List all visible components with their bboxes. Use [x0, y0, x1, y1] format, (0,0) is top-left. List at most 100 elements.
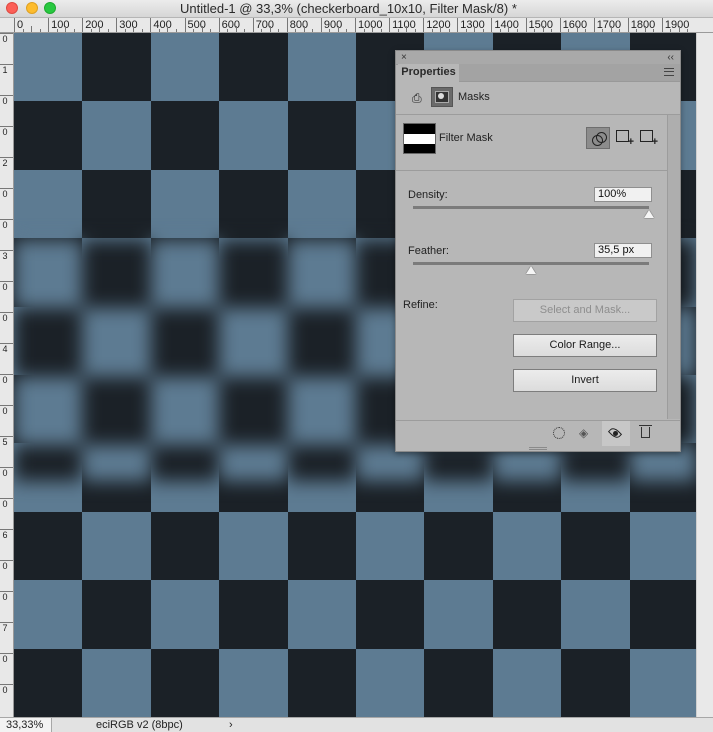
- ruler-tick-label: 2: [2, 158, 8, 168]
- collapse-icon[interactable]: ‹‹: [667, 51, 674, 64]
- masks-label: Masks: [458, 91, 490, 103]
- panel-menu-icon[interactable]: [664, 68, 674, 76]
- blurred-checker-square: [150, 376, 220, 446]
- ruler-minor-tick: [670, 29, 672, 32]
- ruler-minor-tick: [482, 29, 484, 32]
- horizontal-ruler[interactable]: 0 100 200 300 400 500 600 700 800 900 1000 1100 1200…: [0, 18, 713, 33]
- ruler-minor-tick: [141, 29, 143, 32]
- close-icon[interactable]: ×: [401, 51, 407, 64]
- filter-mask-icon[interactable]: [431, 87, 453, 107]
- ruler-major-tick: [0, 95, 13, 96]
- ruler-minor-tick: [269, 26, 271, 32]
- ruler-major-tick: [0, 591, 13, 592]
- ruler-minor-tick: [636, 29, 638, 32]
- status-menu-arrow[interactable]: ›: [229, 718, 233, 732]
- checker-light-square: [82, 648, 152, 717]
- checker-light-square: [150, 580, 220, 650]
- ruler-minor-tick: [39, 29, 41, 32]
- minimize-window-button[interactable]: [26, 2, 38, 14]
- ruler-minor-tick: [99, 26, 101, 32]
- zoom-window-button[interactable]: [44, 2, 56, 14]
- color-range-button[interactable]: Color Range...: [513, 334, 657, 357]
- select-mask-icon[interactable]: [586, 127, 610, 149]
- ruler-tick-label: 0: [2, 220, 8, 230]
- ruler-major-tick: [627, 18, 629, 32]
- lock-mask-icon[interactable]: ⎙: [412, 91, 422, 106]
- ruler-minor-tick: [499, 29, 501, 32]
- masks-row: ⎙ Masks: [396, 82, 680, 115]
- blurred-checker-square: [82, 308, 152, 378]
- ruler-major-tick: [184, 18, 186, 32]
- density-slider-thumb[interactable]: [644, 210, 654, 218]
- vertical-scrollbar[interactable]: [696, 33, 713, 717]
- density-input[interactable]: 100%: [594, 187, 652, 202]
- load-selection-icon[interactable]: [553, 427, 565, 439]
- checker-light-square: [424, 580, 494, 650]
- tab-properties[interactable]: Properties: [398, 64, 459, 81]
- ruler-tick-label: 0: [2, 685, 8, 695]
- ruler-tick-label: 0: [2, 282, 8, 292]
- feather-slider-thumb[interactable]: [526, 266, 536, 274]
- feather-input[interactable]: 35,5 px: [594, 243, 652, 258]
- zoom-level-field[interactable]: 33,33%: [0, 718, 52, 732]
- checker-light-square: [14, 33, 83, 102]
- eye-icon[interactable]: [602, 421, 630, 446]
- mask-thumbnail[interactable]: [403, 123, 436, 154]
- checker-light-square: [287, 580, 357, 650]
- checker-light-square: [219, 101, 289, 171]
- blurred-checker-square: [82, 240, 152, 309]
- checker-light-square: [356, 511, 425, 581]
- ruler-major-tick: [0, 64, 13, 65]
- add-pixel-mask-icon[interactable]: [616, 130, 634, 148]
- ruler-minor-tick: [653, 29, 655, 32]
- ruler-minor-tick: [295, 29, 297, 32]
- ruler-minor-tick: [312, 29, 314, 32]
- checker-light-square: [14, 580, 83, 650]
- add-vector-mask-icon[interactable]: [640, 130, 658, 148]
- checker-light-square: [150, 33, 220, 102]
- ruler-major-tick: [0, 188, 13, 189]
- panel-header[interactable]: × ‹‹: [396, 51, 680, 65]
- color-profile-info: eciRGB v2 (8bpc): [96, 719, 183, 731]
- ruler-major-tick: [218, 18, 220, 32]
- ruler-tick-label: 0: [2, 34, 8, 44]
- density-slider-track[interactable]: [413, 206, 649, 209]
- select-and-mask-button[interactable]: Select and Mask...: [513, 299, 657, 322]
- ruler-major-tick: [14, 18, 15, 32]
- checker-dark-square: [150, 511, 220, 581]
- ruler-tick-label: 0: [2, 654, 8, 664]
- panel-tabstrip: [459, 64, 680, 82]
- apply-mask-icon[interactable]: ◈: [579, 426, 588, 440]
- ruler-major-tick: [457, 18, 459, 32]
- ruler-minor-tick: [602, 29, 604, 32]
- ruler-minor-tick: [508, 26, 510, 32]
- ruler-minor-tick: [474, 26, 476, 32]
- feather-slider-track[interactable]: [413, 262, 649, 265]
- ruler-minor-tick: [175, 29, 177, 32]
- ruler-minor-tick: [278, 29, 280, 32]
- ruler-tick-label: 0: [2, 468, 8, 478]
- ruler-tick-label: 1100: [392, 19, 416, 31]
- ruler-minor-tick: [56, 29, 58, 32]
- vertical-ruler[interactable]: 0 1 0 0 2 0 0 3 0 0 4 0 0 5 0 0 6 0 0 7 0 0: [0, 33, 14, 717]
- ruler-tick-label: 600: [221, 19, 240, 31]
- blurred-checker-square: [219, 308, 289, 378]
- invert-button[interactable]: Invert: [513, 369, 657, 392]
- ruler-minor-tick: [585, 29, 587, 32]
- checker-dark-square: [561, 511, 631, 581]
- ruler-minor-tick: [346, 29, 348, 32]
- ruler-minor-tick: [431, 29, 433, 32]
- checker-dark-square: [424, 648, 494, 717]
- blurred-checker-square: [82, 376, 152, 446]
- close-window-button[interactable]: [6, 2, 18, 14]
- trash-icon[interactable]: [639, 425, 652, 438]
- ruler-minor-tick: [90, 29, 92, 32]
- ruler-major-tick: [0, 622, 13, 623]
- panel-resize-grip[interactable]: [529, 447, 547, 450]
- panel-scrollbar[interactable]: [667, 115, 680, 419]
- ruler-minor-tick: [448, 29, 450, 32]
- blurred-checker-square: [219, 376, 289, 446]
- filter-mask-label: Filter Mask: [439, 132, 493, 144]
- checker-light-square: [219, 511, 289, 581]
- ruler-minor-tick: [65, 26, 67, 32]
